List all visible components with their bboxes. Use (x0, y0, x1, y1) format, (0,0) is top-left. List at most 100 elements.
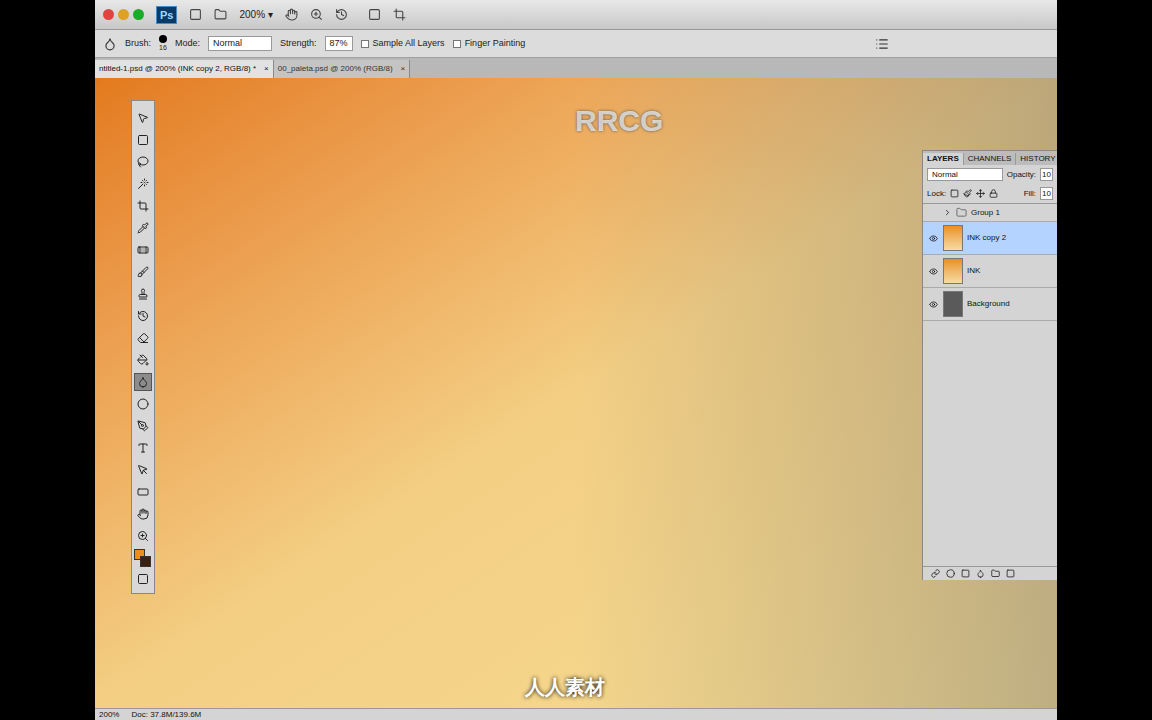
options-bar: Brush: 16 Mode: Normal Strength: 87% Sample Al… (95, 30, 1057, 58)
tool-icon (137, 200, 149, 212)
tool-button[interactable] (134, 153, 152, 171)
tool-icon (137, 398, 149, 410)
visibility-icon[interactable] (929, 234, 938, 243)
photoshop-window: Ps200% ▾ Brush: 16 Mode: Normal Strength: 87% S… (95, 0, 1057, 720)
hand-icon[interactable] (285, 8, 298, 21)
opacity-label: Opacity: (1007, 169, 1036, 181)
tool-icon (137, 134, 149, 146)
view-extras-icon[interactable] (214, 8, 227, 21)
tool-icon (137, 112, 149, 124)
tool-button[interactable] (134, 373, 152, 391)
background-swatch[interactable] (140, 556, 151, 567)
status-bar: 200%Doc: 37.8M/139.6M (95, 708, 1057, 720)
tool-icon (137, 222, 149, 234)
tab-close[interactable]: × (264, 63, 269, 75)
lock-pixels-icon[interactable] (963, 189, 972, 198)
visibility-icon[interactable] (929, 267, 938, 276)
close-light-icon[interactable] (103, 9, 114, 20)
tool-button[interactable] (134, 439, 152, 457)
minimize-light-icon[interactable] (118, 9, 129, 20)
layer-name: Group 1 (971, 207, 1000, 219)
layer-name: INK copy 2 (967, 232, 1006, 244)
lock-all-icon[interactable] (989, 189, 998, 198)
new-group-icon[interactable] (991, 569, 1000, 578)
tool-button[interactable] (134, 417, 152, 435)
status-zoom[interactable]: 200% (99, 710, 119, 720)
adjustment-icon[interactable] (976, 569, 985, 578)
blend-mode-select[interactable]: Normal (927, 168, 1003, 181)
lock-position-icon[interactable] (976, 189, 985, 198)
tool-button[interactable] (134, 527, 152, 545)
layer-name: Background (967, 298, 1010, 310)
tool-button[interactable] (134, 307, 152, 325)
tool-button[interactable] (134, 461, 152, 479)
strength-label: Strength: (280, 37, 317, 51)
arrange-icon[interactable] (368, 8, 381, 21)
tool-button[interactable] (134, 197, 152, 215)
layer-row[interactable]: INK copy 2 (923, 222, 1057, 255)
tool-icon (137, 442, 149, 454)
tab-close[interactable]: × (401, 63, 406, 75)
tool-button[interactable] (134, 241, 152, 259)
tool-button[interactable] (134, 263, 152, 281)
layers-panel: LAYERSCHANNELSHISTORY Normal Opacity: 10 Loc… (922, 150, 1057, 580)
opacity-field[interactable]: 10 (1040, 168, 1053, 181)
tool-button[interactable] (134, 219, 152, 237)
bridge-icon[interactable] (189, 8, 202, 21)
option-checkbox[interactable]: Sample All Layers (361, 37, 445, 51)
document-tabs: ntitled-1.psd @ 200% (INK copy 2, RGB/8)… (95, 58, 1057, 78)
tool-icon (137, 530, 149, 542)
tool-button[interactable] (134, 175, 152, 193)
tool-button[interactable] (134, 285, 152, 303)
quick-mask-icon[interactable] (137, 573, 149, 585)
tool-button[interactable] (134, 395, 152, 413)
tool-button[interactable] (134, 351, 152, 369)
tool-button[interactable] (134, 109, 152, 127)
app-bar: Ps200% ▾ (95, 0, 1057, 30)
canvas[interactable]: RRCG人人素材LAYERSCHANNELSHISTORYNormalOpaci… (95, 78, 1057, 708)
panel-tab[interactable]: HISTORY (1016, 153, 1057, 165)
left-letterbox (0, 0, 95, 720)
new-layer-icon[interactable] (1006, 569, 1015, 578)
layer-row[interactable]: Background (923, 288, 1057, 321)
fill-field[interactable]: 10 (1040, 187, 1053, 200)
zoom-icon[interactable] (310, 8, 323, 21)
panel-tab[interactable]: LAYERS (923, 153, 964, 165)
tool-icon (137, 420, 149, 432)
tool-icon (137, 464, 149, 476)
right-letterbox (1057, 0, 1152, 720)
tool-icon (137, 156, 149, 168)
tool-icon (137, 486, 149, 498)
layer-row[interactable]: Group 1 (923, 204, 1057, 222)
layer-mask-icon[interactable] (961, 569, 970, 578)
lock-transparent-icon[interactable] (950, 189, 959, 198)
screen-mode-icon[interactable] (393, 8, 406, 21)
layer-thumbnail (943, 258, 963, 284)
link-layers-icon[interactable] (931, 569, 940, 578)
visibility-icon[interactable] (929, 300, 938, 309)
brush-preset[interactable]: 16 (159, 35, 167, 52)
tool-button[interactable] (134, 329, 152, 347)
zoom-level[interactable]: 200% ▾ (239, 7, 272, 22)
document-tab[interactable]: 00_paleta.psd @ 200% (RGB/8)× (274, 60, 411, 78)
mode-select[interactable]: Normal (208, 36, 272, 51)
brush-label: Brush: (125, 37, 151, 51)
option-checkbox[interactable]: Finger Painting (453, 37, 526, 51)
panel-tab[interactable]: CHANNELS (964, 153, 1017, 165)
expand-icon[interactable] (943, 208, 952, 217)
document-tab[interactable]: ntitled-1.psd @ 200% (INK copy 2, RGB/8)… (95, 60, 274, 78)
layer-thumbnail (943, 291, 963, 317)
layer-style-icon[interactable] (946, 569, 955, 578)
rotate-icon[interactable] (335, 8, 348, 21)
smudge-tool-icon[interactable] (103, 37, 117, 51)
tool-button[interactable] (134, 483, 152, 501)
tool-button[interactable] (134, 131, 152, 149)
strength-field[interactable]: 87% (325, 36, 353, 51)
zoom-light-icon[interactable] (133, 9, 144, 20)
lock-label: Lock: (927, 188, 946, 200)
tool-button[interactable] (134, 505, 152, 523)
tool-icon (137, 508, 149, 520)
mode-label: Mode: (175, 37, 200, 51)
panel-toggle-icon[interactable] (875, 37, 889, 51)
layer-row[interactable]: INK (923, 255, 1057, 288)
